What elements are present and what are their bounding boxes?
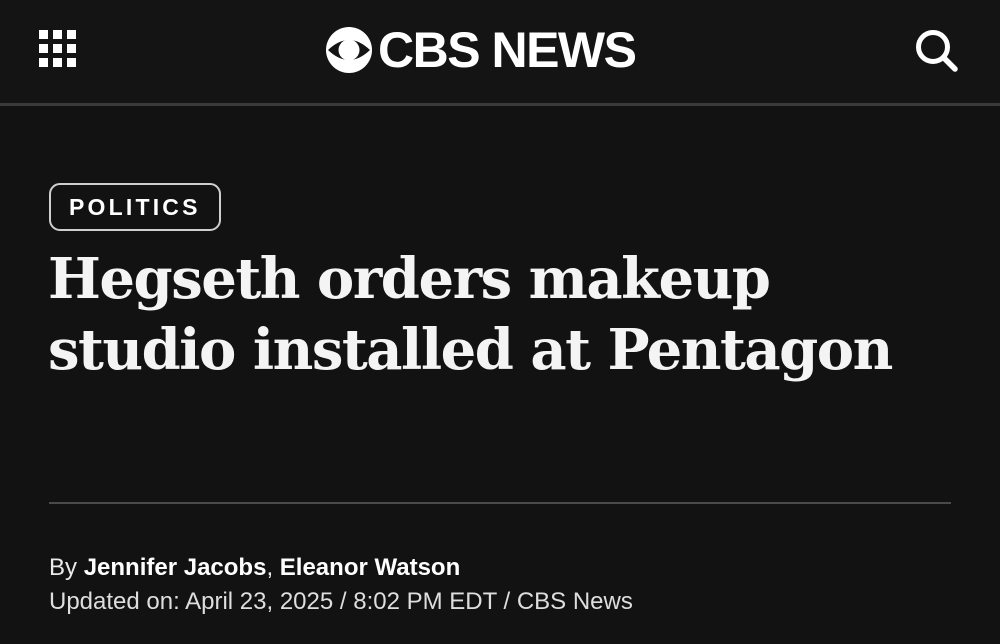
- author-link[interactable]: Eleanor Watson: [280, 554, 460, 581]
- author-link[interactable]: Jennifer Jacobs: [84, 554, 267, 581]
- article-headline: Hegseth orders makeup studio installed a…: [48, 246, 893, 383]
- author-separator: ,: [266, 554, 274, 581]
- brand-name: CBS NEWS: [378, 22, 637, 78]
- category-tag[interactable]: POLITICS: [49, 183, 221, 231]
- search-button[interactable]: [912, 26, 960, 74]
- search-icon: [916, 30, 958, 72]
- cbs-news-logo[interactable]: CBS NEWS: [324, 22, 637, 78]
- dateline: Updated on: April 23, 2025 / 8:02 PM EDT…: [49, 588, 633, 615]
- byline: By Jennifer Jacobs, Eleanor Watson: [49, 553, 460, 583]
- byline-prefix: By: [49, 554, 78, 581]
- divider: [49, 502, 951, 504]
- menu-button[interactable]: [38, 29, 78, 69]
- cbs-eye-icon: [326, 27, 372, 73]
- grid-menu-icon: [39, 30, 76, 67]
- top-nav-bar: CBS NEWS: [0, 0, 1000, 106]
